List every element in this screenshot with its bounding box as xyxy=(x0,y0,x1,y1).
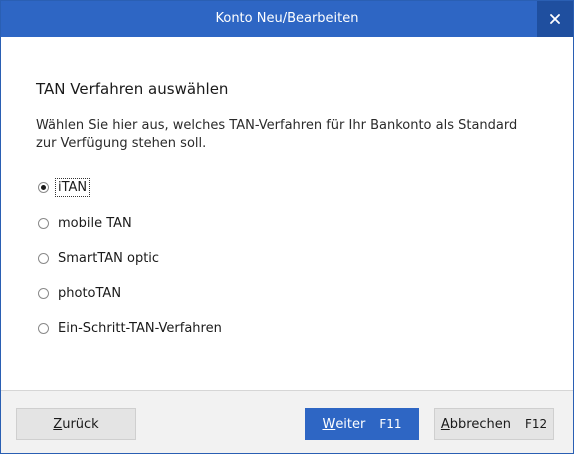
back-label: urück xyxy=(62,416,99,432)
cancel-label: bbrechen xyxy=(449,416,511,432)
radio-label: Ein-Schritt-TAN-Verfahren xyxy=(58,320,222,336)
radio-option-itan[interactable]: iTAN xyxy=(38,177,91,197)
radio-option-ein-schritt-tan[interactable]: Ein-Schritt-TAN-Verfahren xyxy=(38,318,224,338)
back-mnemonic: Z xyxy=(53,416,63,432)
description-text: Wählen Sie hier aus, welches TAN-Verfahr… xyxy=(36,118,518,151)
radio-option-phototan[interactable]: photoTAN xyxy=(38,283,123,303)
radio-label: mobile TAN xyxy=(58,215,132,231)
button-bar: Zurück Weiter F11 Abbrechen F12 xyxy=(1,390,573,453)
close-icon xyxy=(550,14,560,24)
next-label: eiter xyxy=(335,416,366,432)
title-bar[interactable]: Konto Neu/Bearbeiten xyxy=(1,1,573,37)
radio-button-icon[interactable] xyxy=(38,217,49,229)
account-dialog: Konto Neu/Bearbeiten TAN Verfahren auswä… xyxy=(0,0,574,454)
radio-button-icon[interactable] xyxy=(38,252,49,264)
radio-option-mobile-tan[interactable]: mobile TAN xyxy=(38,213,134,233)
radio-label: iTAN xyxy=(54,177,91,197)
cancel-button[interactable]: Abbrechen F12 xyxy=(434,408,554,440)
radio-button-icon[interactable] xyxy=(38,181,49,193)
window-title: Konto Neu/Bearbeiten xyxy=(215,11,359,26)
next-button[interactable]: Weiter F11 xyxy=(305,408,419,440)
next-shortcut: F11 xyxy=(379,417,402,431)
radio-label: photoTAN xyxy=(58,285,122,301)
page-title: TAN Verfahren auswählen xyxy=(36,80,229,98)
content-area: TAN Verfahren auswählen Wählen Sie hier … xyxy=(1,37,573,390)
cancel-mnemonic: A xyxy=(440,416,450,432)
radio-option-smarttan-optic[interactable]: SmartTAN optic xyxy=(38,248,161,268)
radio-label: SmartTAN optic xyxy=(58,250,160,266)
cancel-shortcut: F12 xyxy=(524,417,548,431)
radio-button-icon[interactable] xyxy=(38,322,49,334)
next-mnemonic: W xyxy=(322,416,336,432)
radio-button-icon[interactable] xyxy=(38,287,49,299)
close-button[interactable] xyxy=(537,1,573,37)
back-button[interactable]: Zurück xyxy=(16,408,136,440)
